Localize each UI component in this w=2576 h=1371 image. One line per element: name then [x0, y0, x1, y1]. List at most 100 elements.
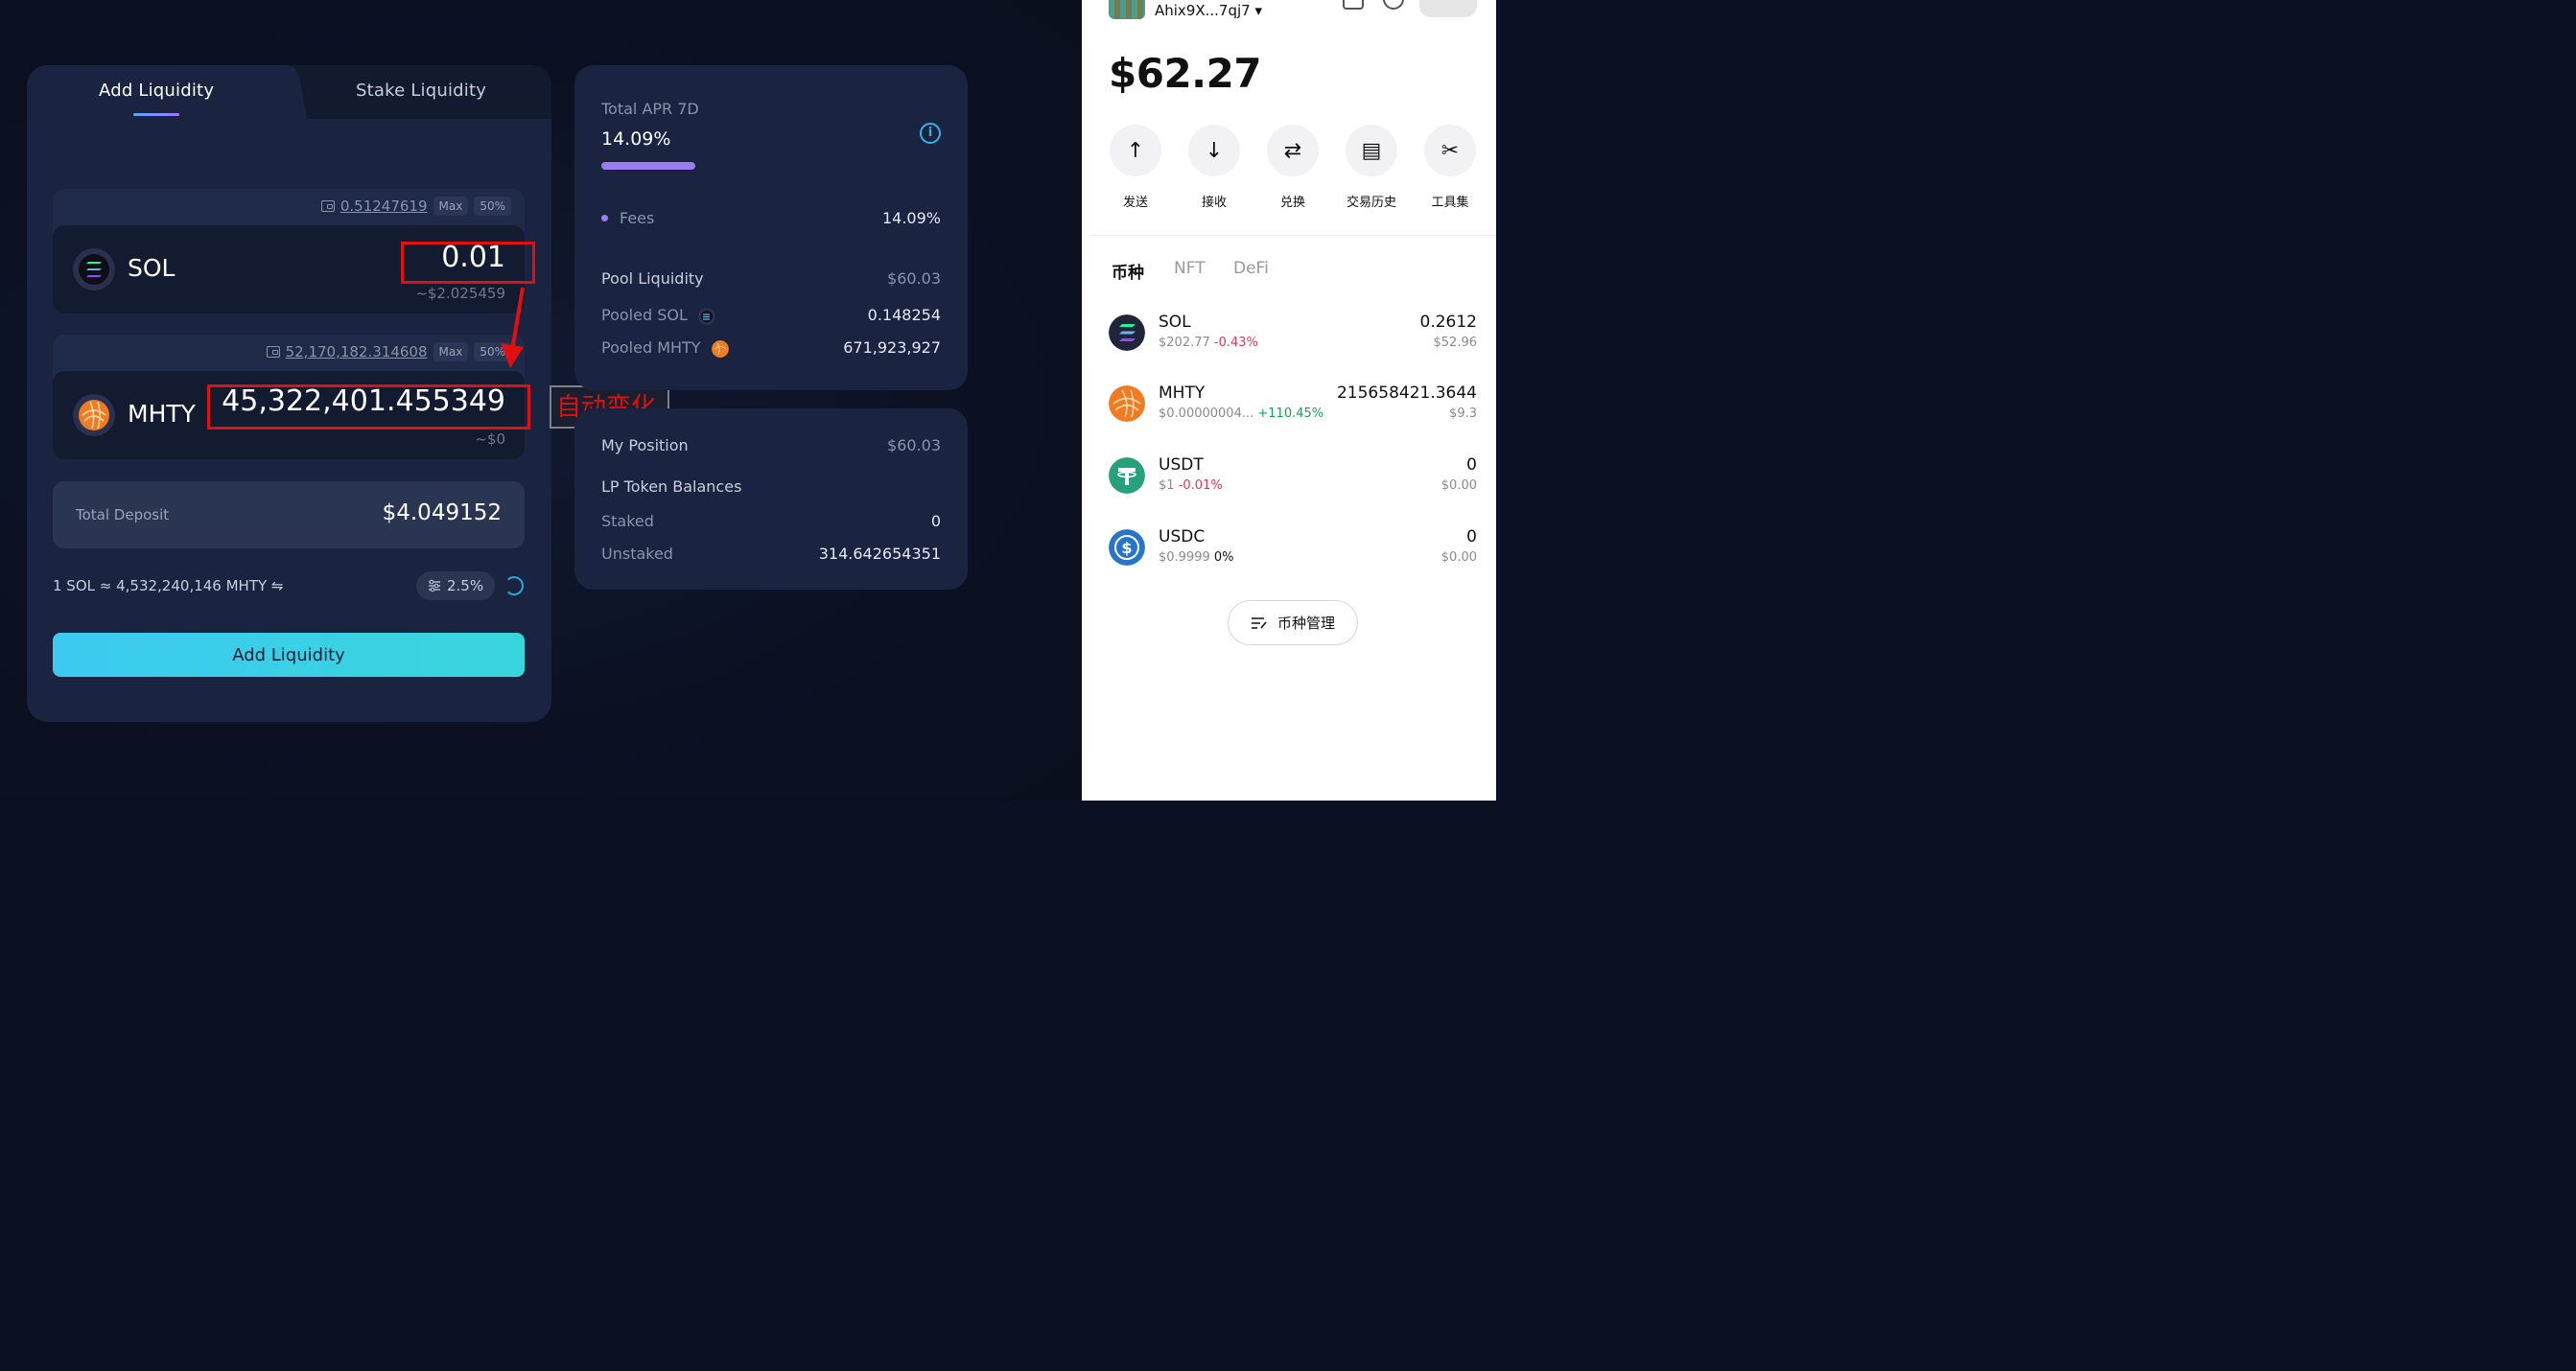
- wallet-panel: Ahix9X...7qj7 ▾ $62.27 ↑ 发送 ↓ 接收 ⇄ 兑换 ▤ …: [1082, 0, 1496, 801]
- asset-amount: 215658421.3644: [1336, 383, 1477, 403]
- asset-price: $1: [1159, 478, 1175, 493]
- network-selector[interactable]: [1419, 0, 1477, 17]
- sol-mini-icon: [697, 307, 715, 325]
- sol-token-icon: [1109, 314, 1145, 351]
- asset-change: 0%: [1213, 550, 1234, 565]
- action-receive[interactable]: ↓ 接收: [1188, 125, 1240, 210]
- mhty-max-button[interactable]: Max: [433, 342, 469, 361]
- staked-label: Staked: [601, 512, 654, 530]
- tab-strip: Add Liquidity Stake Liquidity: [27, 65, 551, 119]
- asset-change: +110.45%: [1257, 407, 1324, 421]
- asset-price-line: $202.77 -0.43%: [1159, 336, 1258, 350]
- info-icon[interactable]: i: [920, 123, 941, 144]
- asset-value: $0.00: [1440, 478, 1477, 493]
- usdc-token-icon: $: [1109, 529, 1145, 566]
- pool-liquidity-value: $60.03: [887, 269, 941, 288]
- mhty-token-name: MHTY: [128, 400, 196, 428]
- mhty-balance[interactable]: 52,170,182.314608: [286, 343, 428, 360]
- sliders-icon: [429, 579, 440, 593]
- wallet-icon: [266, 346, 280, 358]
- action-history[interactable]: ▤ 交易历史: [1346, 125, 1397, 210]
- asset-row-mhty[interactable]: MHTY $0.00000004... +110.45% 215658421.3…: [1109, 383, 1477, 431]
- manage-tokens-button[interactable]: 币种管理: [1228, 600, 1358, 645]
- asset-row-usdc[interactable]: $ USDC $0.9999 0% 0 $0.00: [1109, 527, 1477, 575]
- asset-value: $0.00: [1440, 550, 1477, 565]
- pooled-sol-value: 0.148254: [867, 306, 941, 324]
- action-send[interactable]: ↑ 发送: [1110, 125, 1161, 210]
- list-edit-icon: [1251, 616, 1267, 629]
- asset-change: -0.01%: [1178, 478, 1223, 493]
- asset-value: $9.3: [1449, 407, 1477, 421]
- asset-price-line: $1 -0.01%: [1159, 478, 1223, 493]
- divider: [1091, 235, 1496, 236]
- avatar[interactable]: [1109, 0, 1145, 19]
- staked-value: 0: [930, 512, 941, 530]
- mhty-amount-highlight: [207, 384, 530, 430]
- my-position-value: $60.03: [887, 436, 941, 454]
- asset-amount: 0: [1466, 527, 1477, 546]
- pooled-sol-row: Pooled SOL: [601, 306, 715, 325]
- add-liquidity-button[interactable]: Add Liquidity: [53, 633, 525, 677]
- mhty-token-icon: [73, 394, 115, 436]
- apr-bar: [601, 162, 695, 170]
- fees-value: 14.09%: [881, 209, 941, 227]
- action-tools[interactable]: ✂ 工具集: [1424, 125, 1476, 210]
- apr-value: 14.09%: [601, 128, 671, 150]
- tab-defi[interactable]: DeFi: [1233, 259, 1269, 278]
- fees-label: Fees: [620, 209, 655, 227]
- action-swap[interactable]: ⇄ 兑换: [1267, 125, 1319, 210]
- arrow-up-icon[interactable]: ↑: [1110, 125, 1161, 176]
- tab-tokens[interactable]: 币种: [1112, 259, 1144, 283]
- asset-price: $0.00000004...: [1159, 407, 1254, 421]
- pooled-mhty-value: 671,923,927: [843, 338, 941, 357]
- pooled-sol-label: Pooled SOL: [601, 306, 688, 324]
- history-icon[interactable]: ▤: [1346, 125, 1397, 176]
- asset-row-sol[interactable]: SOL $202.77 -0.43% 0.2612 $52.96: [1109, 313, 1477, 360]
- asset-row-usdt[interactable]: USDT $1 -0.01% 0 $0.00: [1109, 455, 1477, 503]
- asset-value: $52.96: [1433, 336, 1478, 350]
- slippage-button[interactable]: 2.5%: [416, 571, 496, 600]
- pooled-mhty-label: Pooled MHTY: [601, 338, 701, 357]
- sol-max-button[interactable]: Max: [433, 197, 469, 216]
- wallet-balance: $62.27: [1109, 50, 1262, 97]
- action-swap-label: 兑换: [1279, 196, 1305, 210]
- sol-usd-value: ~$2.025459: [415, 285, 505, 302]
- asset-price: $0.9999: [1159, 550, 1210, 565]
- unstaked-label: Unstaked: [601, 545, 673, 563]
- tab-stake-liquidity[interactable]: Stake Liquidity: [356, 81, 486, 101]
- active-tab-indicator: [133, 113, 179, 116]
- asset-name: MHTY: [1159, 383, 1206, 403]
- pool-liquidity-label: Pool Liquidity: [601, 269, 704, 288]
- copy-icon[interactable]: [1343, 0, 1364, 10]
- action-history-label: 交易历史: [1346, 196, 1396, 210]
- swap-icon[interactable]: ⇄: [1267, 125, 1319, 176]
- sol-balance-row: 0.51247619 Max 50%: [320, 197, 511, 216]
- fees-dot: [601, 215, 608, 221]
- gear-icon[interactable]: [1383, 0, 1404, 10]
- asset-change: -0.43%: [1213, 336, 1258, 350]
- asset-amount: 0.2612: [1419, 313, 1477, 332]
- refresh-spinner-icon[interactable]: [504, 576, 524, 595]
- total-deposit-box: Total Deposit $4.049152: [53, 481, 525, 548]
- asset-price-line: $0.00000004... +110.45%: [1159, 407, 1323, 421]
- sol-balance[interactable]: 0.51247619: [340, 198, 428, 215]
- exchange-rate[interactable]: 1 SOL ≈ 4,532,240,146 MHTY ⇋: [53, 577, 284, 594]
- wallet-address[interactable]: Ahix9X...7qj7 ▾: [1155, 2, 1262, 19]
- total-deposit-value: $4.049152: [382, 500, 502, 525]
- wallet-icon: [320, 200, 335, 212]
- manage-tokens-label: 币种管理: [1276, 615, 1335, 632]
- tab-add-liquidity[interactable]: Add Liquidity: [99, 81, 214, 101]
- sol-amount-highlight: [401, 242, 535, 284]
- asset-name: USDC: [1159, 527, 1206, 546]
- slippage-value: 2.5%: [447, 577, 484, 594]
- sol-half-button[interactable]: 50%: [474, 197, 511, 216]
- action-send-label: 发送: [1122, 196, 1148, 210]
- tab-nft[interactable]: NFT: [1174, 259, 1206, 278]
- mhty-mini-icon: [711, 339, 729, 358]
- my-position-label: My Position: [601, 436, 689, 454]
- total-deposit-label: Total Deposit: [76, 506, 170, 523]
- tools-icon[interactable]: ✂: [1424, 125, 1476, 176]
- sol-token-icon: [73, 248, 115, 290]
- arrow-down-icon[interactable]: ↓: [1188, 125, 1240, 176]
- pooled-mhty-row: Pooled MHTY: [601, 338, 729, 358]
